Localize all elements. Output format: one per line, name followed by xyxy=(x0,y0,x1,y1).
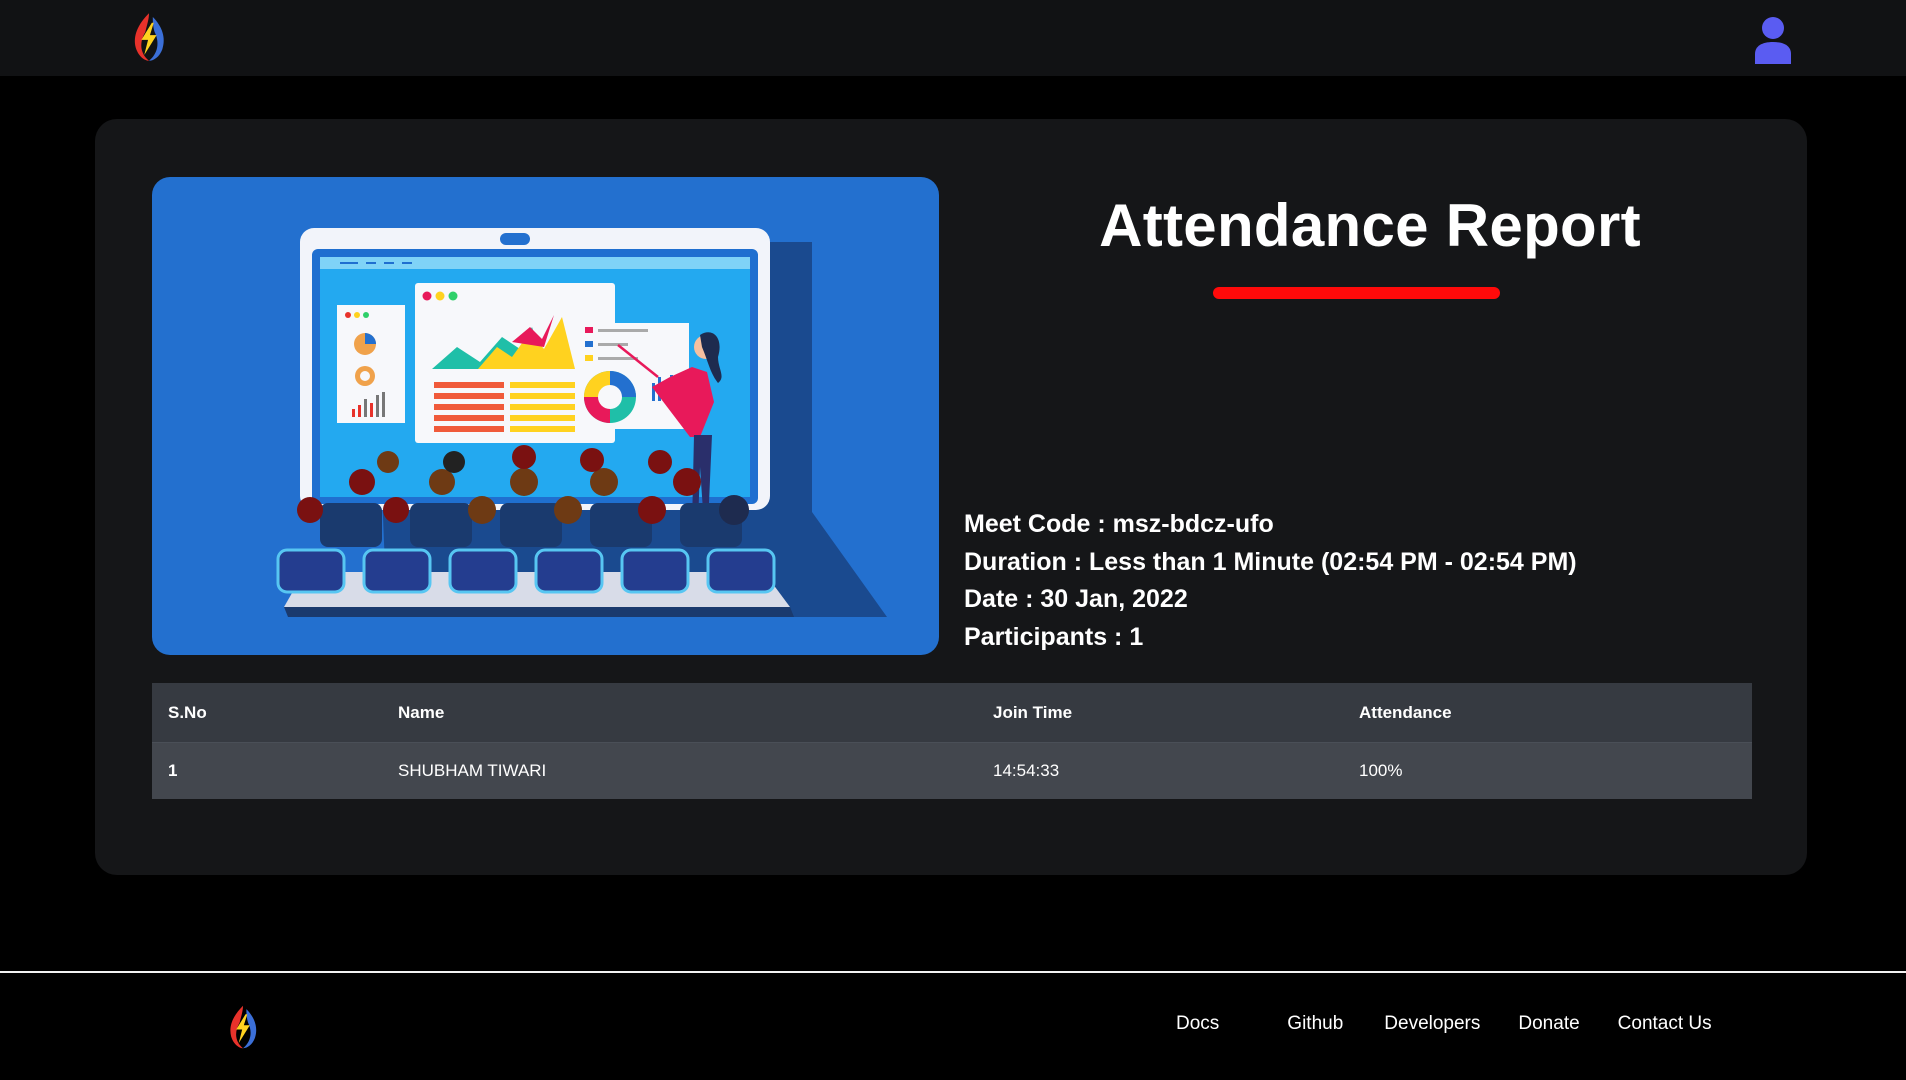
footer-nav: Docs Github Developers Donate Contact Us xyxy=(1150,1013,1712,1035)
report-card: Attendance Report Meet Code : msz-bdcz-u… xyxy=(95,119,1807,875)
page-title: Attendance Report xyxy=(1099,192,1641,259)
meeting-duration: Duration : Less than 1 Minute (02:54 PM … xyxy=(964,547,1577,576)
cell-name: SHUBHAM TIWARI xyxy=(382,742,977,799)
footer-link-developers[interactable]: Developers xyxy=(1384,1013,1480,1035)
attendance-table: S.No Name Join Time Attendance 1 SHUBHAM… xyxy=(152,683,1752,799)
laptop-presentation-icon xyxy=(276,228,887,617)
footer-link-github[interactable]: Github xyxy=(1287,1013,1343,1035)
footer-link-donate[interactable]: Donate xyxy=(1518,1013,1579,1035)
meeting-date: Date : 30 Jan, 2022 xyxy=(964,585,1188,613)
column-header-name: Name xyxy=(382,683,977,743)
table-header-row: S.No Name Join Time Attendance xyxy=(152,683,1752,743)
top-navbar xyxy=(0,0,1906,76)
footer: Docs Github Developers Donate Contact Us xyxy=(0,973,1906,1080)
lightning-logo-icon[interactable] xyxy=(130,11,168,63)
cell-attendance: 100% xyxy=(1343,742,1752,799)
meeting-details: Meet Code : msz-bdcz-ufo Duration : Less… xyxy=(964,506,1577,656)
lightning-logo-icon[interactable] xyxy=(226,1003,260,1051)
table-row: 1 SHUBHAM TIWARI 14:54:33 100% xyxy=(152,742,1752,799)
column-header-sno: S.No xyxy=(152,683,382,743)
meet-code: Meet Code : msz-bdcz-ufo xyxy=(964,510,1274,538)
participant-count: Participants : 1 xyxy=(964,622,1144,651)
cell-join-time: 14:54:33 xyxy=(977,742,1343,799)
column-header-join-time: Join Time xyxy=(977,683,1343,743)
user-account-icon[interactable] xyxy=(1752,16,1794,66)
footer-link-contact-us[interactable]: Contact Us xyxy=(1618,1013,1712,1035)
column-header-attendance: Attendance xyxy=(1343,683,1752,743)
title-underline xyxy=(1213,287,1500,299)
presentation-illustration xyxy=(152,177,939,655)
footer-link-docs[interactable]: Docs xyxy=(1176,1013,1219,1035)
cell-sno: 1 xyxy=(152,742,382,799)
